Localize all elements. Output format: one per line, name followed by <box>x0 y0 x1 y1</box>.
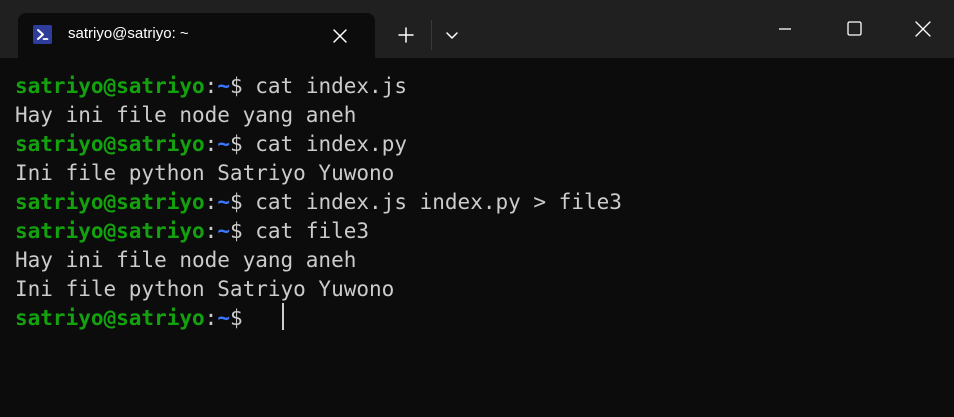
prompt-line: satriyo@satriyo:~$ cat file3 <box>15 217 369 246</box>
prompt-path: ~ <box>217 190 230 214</box>
command-text: cat index.js <box>242 74 407 98</box>
tab-close-icon[interactable] <box>329 25 351 47</box>
minimize-icon[interactable] <box>762 8 808 48</box>
output-line: Hay ini file node yang aneh <box>15 103 357 127</box>
prompt-path: ~ <box>217 132 230 156</box>
prompt-line: satriyo@satriyo:~$ cat index.js <box>15 72 407 101</box>
prompt-separator: : <box>204 190 218 214</box>
prompt-separator: : <box>204 74 218 98</box>
prompt-symbol: $ <box>229 219 243 243</box>
title-bar[interactable]: satriyo@satriyo: ~ <box>0 0 954 58</box>
prompt-line: satriyo@satriyo:~$ cat index.py <box>15 130 407 159</box>
terminal-window: satriyo@satriyo: ~ satriyo@satriyo:~$ ca… <box>0 0 954 417</box>
prompt-user: satriyo@satriyo <box>15 219 205 243</box>
prompt-user: satriyo@satriyo <box>15 190 205 214</box>
prompt-path: ~ <box>217 74 230 98</box>
powershell-icon <box>33 25 52 44</box>
prompt-user: satriyo@satriyo <box>15 74 205 98</box>
prompt-symbol: $ <box>229 306 243 330</box>
command-text <box>243 306 256 330</box>
command-text: cat index.py <box>242 132 407 156</box>
prompt-user: satriyo@satriyo <box>15 306 205 330</box>
prompt-user: satriyo@satriyo <box>15 132 205 156</box>
new-tab-plus-icon[interactable] <box>392 22 420 48</box>
window-close-icon[interactable] <box>900 8 946 48</box>
text-cursor <box>282 303 284 330</box>
tab-title: satriyo@satriyo: ~ <box>68 25 189 42</box>
prompt-path: ~ <box>217 219 230 243</box>
prompt-separator: : <box>204 306 218 330</box>
titlebar-separator <box>431 20 432 50</box>
prompt-symbol: $ <box>229 74 243 98</box>
output-line: Hay ini file node yang aneh <box>15 248 357 272</box>
output-line: Ini file python Satriyo Yuwono <box>15 161 395 185</box>
prompt-separator: : <box>204 132 218 156</box>
chevron-down-icon[interactable] <box>439 22 465 48</box>
command-text: cat index.js index.py > file3 <box>242 190 622 214</box>
command-text: cat file3 <box>242 219 370 243</box>
output-line: Ini file python Satriyo Yuwono <box>15 277 395 301</box>
prompt-symbol: $ <box>229 132 243 156</box>
prompt-line: satriyo@satriyo:~$ cat index.js index.py… <box>15 188 622 217</box>
maximize-icon[interactable] <box>831 8 877 48</box>
prompt-symbol: $ <box>229 190 243 214</box>
prompt-separator: : <box>204 219 218 243</box>
prompt-line: satriyo@satriyo:~$ <box>15 304 255 333</box>
terminal-output[interactable]: satriyo@satriyo:~$ cat index.js Hay ini … <box>0 58 954 417</box>
tab-active[interactable]: satriyo@satriyo: ~ <box>18 13 375 58</box>
prompt-path: ~ <box>217 306 230 330</box>
